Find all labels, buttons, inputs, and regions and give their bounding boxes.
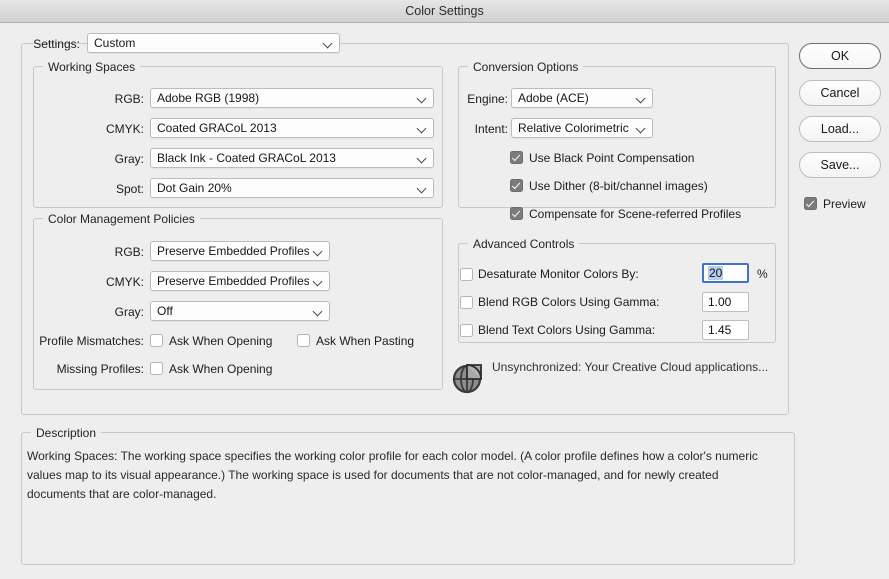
globe-unsynchronized-icon [450,360,484,394]
missing-ask-when-opening-checkbox[interactable] [150,362,163,375]
missing-ask-when-opening-label[interactable]: Ask When Opening [169,362,272,376]
working-rgb-value: Adobe RGB (1998) [157,91,413,105]
cancel-button[interactable]: Cancel [799,80,881,106]
settings-preset-select[interactable]: Custom [87,33,340,53]
sync-status-text: Unsynchronized: Your Creative Cloud appl… [492,360,768,374]
mismatch-ask-when-opening-label[interactable]: Ask When Opening [169,334,272,348]
chevron-down-icon [313,242,324,262]
policy-cmyk-value: Preserve Embedded Profiles [157,274,309,288]
desaturate-amount-input[interactable]: 20 [702,263,749,283]
load-button[interactable]: Load... [799,116,881,142]
window-title: Color Settings [0,4,889,18]
chevron-down-icon [323,34,334,54]
use-dither-checkbox[interactable] [510,179,523,192]
mismatch-ask-when-pasting-checkbox[interactable] [297,334,310,347]
chevron-down-icon [313,302,324,322]
blend-text-gamma-checkbox[interactable] [460,324,473,337]
policy-rgb-label: RGB: [40,245,144,259]
engine-value: Adobe (ACE) [518,91,632,105]
intent-value: Relative Colorimetric [518,121,632,135]
description-body: Working Spaces: The working space specif… [27,447,775,504]
policy-gray-select[interactable]: Off [150,301,330,321]
desaturate-amount-value: 20 [708,266,723,280]
settings-preset-value: Custom [94,36,319,50]
scene-referred-compensate-checkbox[interactable] [510,207,523,220]
blend-rgb-gamma-checkbox[interactable] [460,296,473,309]
color-settings-dialog: Color Settings Settings: Custom Working … [0,0,889,579]
working-gray-label: Gray: [40,152,144,166]
blend-rgb-gamma-label[interactable]: Blend RGB Colors Using Gamma: [478,295,659,309]
chevron-down-icon [417,179,428,199]
blend-text-gamma-label[interactable]: Blend Text Colors Using Gamma: [478,323,655,337]
intent-label: Intent: [446,122,508,136]
window-titlebar: Color Settings [0,0,889,23]
working-cmyk-value: Coated GRACoL 2013 [157,121,413,135]
blend-text-gamma-input[interactable]: 1.45 [702,320,749,340]
preview-label[interactable]: Preview [823,197,866,211]
use-dither-label[interactable]: Use Dither (8-bit/channel images) [529,179,708,193]
working-cmyk-select[interactable]: Coated GRACoL 2013 [150,118,434,138]
policy-rgb-value: Preserve Embedded Profiles [157,244,309,258]
engine-label: Engine: [446,92,508,106]
working-spot-label: Spot: [40,182,144,196]
chevron-down-icon [417,149,428,169]
working-spot-value: Dot Gain 20% [157,181,413,195]
chevron-down-icon [417,119,428,139]
mismatch-ask-when-opening-checkbox[interactable] [150,334,163,347]
save-button[interactable]: Save... [799,152,881,178]
working-rgb-label: RGB: [40,92,144,106]
intent-select[interactable]: Relative Colorimetric [511,118,653,138]
blend-text-gamma-value: 1.45 [708,323,731,337]
profile-mismatches-label: Profile Mismatches: [20,334,144,348]
working-rgb-select[interactable]: Adobe RGB (1998) [150,88,434,108]
policy-gray-label: Gray: [40,305,144,319]
working-spot-select[interactable]: Dot Gain 20% [150,178,434,198]
black-point-compensation-label[interactable]: Use Black Point Compensation [529,151,694,165]
blend-rgb-gamma-value: 1.00 [708,295,731,309]
chevron-down-icon [636,89,647,109]
advanced-controls-legend: Advanced Controls [468,237,579,251]
blend-rgb-gamma-input[interactable]: 1.00 [702,292,749,312]
engine-select[interactable]: Adobe (ACE) [511,88,653,108]
desaturate-monitor-colors-label[interactable]: Desaturate Monitor Colors By: [478,267,639,281]
black-point-compensation-checkbox[interactable] [510,151,523,164]
chevron-down-icon [313,272,324,292]
working-gray-value: Black Ink - Coated GRACoL 2013 [157,151,413,165]
chevron-down-icon [417,89,428,109]
desaturate-percent-unit: % [757,267,768,281]
working-cmyk-label: CMYK: [40,122,144,136]
working-spaces-legend: Working Spaces [43,60,140,74]
scene-referred-compensate-label[interactable]: Compensate for Scene-referred Profiles [529,207,741,221]
ok-button[interactable]: OK [799,43,881,69]
missing-profiles-label: Missing Profiles: [20,362,144,376]
policy-gray-value: Off [157,304,309,318]
policy-cmyk-select[interactable]: Preserve Embedded Profiles [150,271,330,291]
policy-cmyk-label: CMYK: [40,275,144,289]
description-legend: Description [31,426,101,440]
settings-label: Settings: [10,37,80,51]
mismatch-ask-when-pasting-label[interactable]: Ask When Pasting [316,334,414,348]
preview-checkbox[interactable] [804,197,817,210]
chevron-down-icon [636,119,647,139]
conversion-options-legend: Conversion Options [468,60,583,74]
working-gray-select[interactable]: Black Ink - Coated GRACoL 2013 [150,148,434,168]
policies-legend: Color Management Policies [43,212,200,226]
desaturate-monitor-colors-checkbox[interactable] [460,268,473,281]
policy-rgb-select[interactable]: Preserve Embedded Profiles [150,241,330,261]
